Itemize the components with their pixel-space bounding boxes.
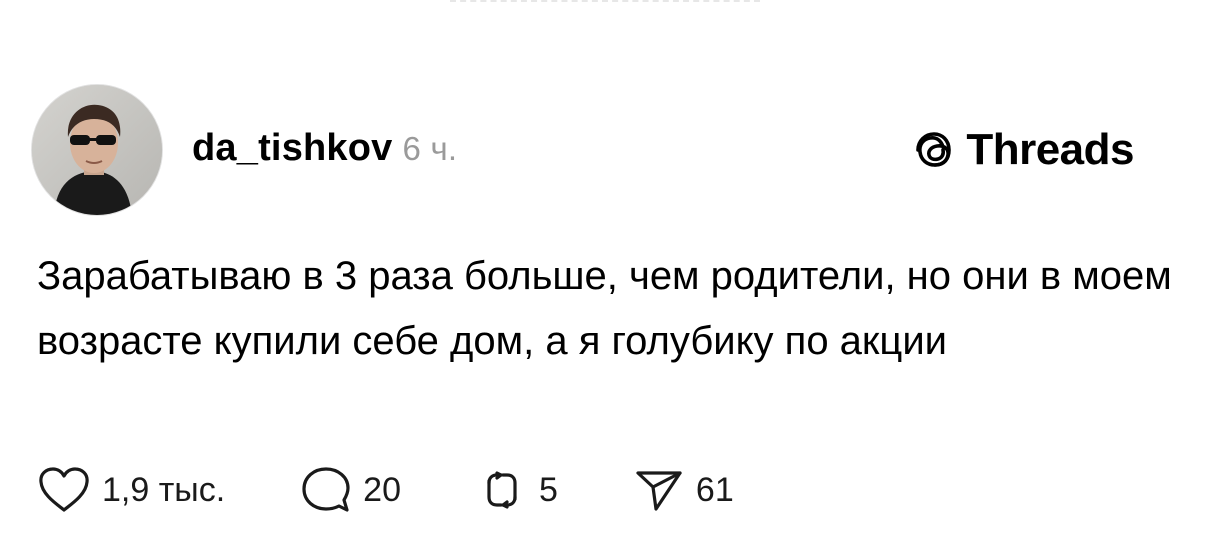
brand-label: Threads bbox=[966, 125, 1134, 174]
avatar-photo bbox=[32, 85, 162, 215]
send-icon[interactable] bbox=[634, 465, 684, 515]
avatar[interactable] bbox=[31, 84, 163, 216]
post-text: Зарабатываю в 3 раза больше, чем родител… bbox=[37, 254, 1172, 363]
repost-count: 5 bbox=[539, 471, 558, 509]
post-time: 6 ч. bbox=[402, 130, 458, 167]
top-divider bbox=[450, 0, 760, 6]
reply-button[interactable]: 20 bbox=[301, 465, 401, 515]
like-count: 1,9 тыс. bbox=[102, 471, 226, 509]
heart-icon[interactable] bbox=[38, 466, 90, 514]
repost-button[interactable]: 5 bbox=[477, 465, 558, 515]
like-button[interactable]: 1,9 тыс. bbox=[38, 466, 225, 514]
username[interactable]: da_tishkov bbox=[192, 127, 393, 169]
reply-count: 20 bbox=[363, 471, 401, 509]
comment-icon[interactable] bbox=[301, 465, 351, 515]
post-header: da_tishkov 6 ч. bbox=[192, 125, 457, 172]
repost-icon[interactable] bbox=[477, 465, 527, 515]
share-button[interactable]: 61 bbox=[634, 465, 734, 515]
share-count: 61 bbox=[695, 471, 734, 509]
threads-logo-icon bbox=[914, 128, 954, 172]
action-bar: 1,9 тыс. 20 5 61 bbox=[38, 462, 734, 518]
threads-brand: Threads bbox=[914, 124, 1134, 176]
